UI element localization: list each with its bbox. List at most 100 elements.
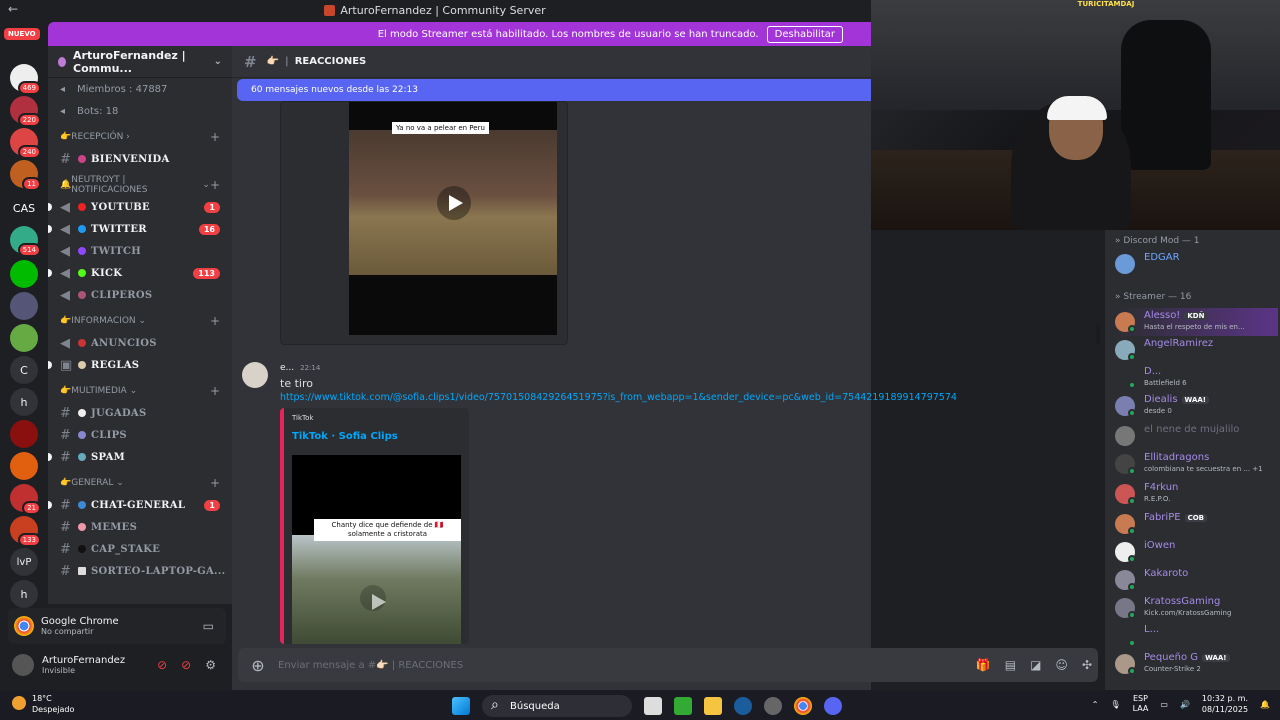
member-item[interactable]: el nene de mujalilo [1113, 422, 1278, 450]
discord-icon[interactable] [824, 697, 842, 715]
scrollbar[interactable] [1096, 324, 1100, 344]
embed-video[interactable]: Chanty dice que defiende de 🇵🇪 solamente… [292, 455, 461, 644]
server-icon[interactable]: 514 [10, 226, 41, 257]
embed-title[interactable]: TikTok · Sofia Clips [292, 431, 398, 442]
message-author[interactable]: e... [280, 363, 294, 373]
mute-mic-icon[interactable]: ⊘ [157, 658, 167, 672]
member-item[interactable]: Kakaroto [1113, 566, 1278, 594]
member-item[interactable]: Ellitadragons colombiana te secuestra en … [1113, 450, 1278, 478]
video-attachment[interactable]: Ya no va a pelear en Peru [280, 101, 568, 345]
file-explorer-icon[interactable] [704, 697, 722, 715]
add-channel-icon[interactable]: + [210, 178, 220, 192]
category-general[interactable]: 👉 GENERAL ⌄ + [48, 472, 232, 494]
member-item[interactable]: Alesso! KDÑ Hasta el respeto de mis en... [1113, 308, 1278, 336]
deafen-icon[interactable]: ⊘ [181, 658, 191, 672]
back-arrow-icon[interactable]: ← [8, 2, 18, 16]
channel-memes[interactable]: # MEMES [48, 516, 232, 538]
user-info[interactable]: ArturoFernandez Invisible [42, 655, 125, 675]
play-icon[interactable] [360, 585, 386, 611]
server-icon[interactable]: 21 [10, 484, 41, 515]
member-item[interactable]: KratossGaming Kick.com/KratossGaming [1113, 594, 1278, 622]
screen-share-icon[interactable]: ▭ [203, 619, 214, 633]
microphone-icon[interactable]: 🎙 [1110, 700, 1120, 709]
notification-bell-icon[interactable]: 🔔 [1260, 700, 1270, 709]
add-channel-icon[interactable]: + [210, 476, 220, 490]
emoji-icon[interactable]: ☺ [1055, 658, 1068, 672]
channel-cap-stake[interactable]: # CAP_STAKE [48, 538, 232, 560]
windows-start-icon[interactable] [452, 697, 470, 715]
member-item[interactable]: L... [1113, 622, 1278, 650]
category-notificaciones[interactable]: 🔔 NEUTROYT | NOTIFICACIONES ⌄ + [48, 174, 232, 196]
add-channel-icon[interactable]: + [210, 384, 220, 398]
kick-server-icon[interactable] [10, 260, 38, 288]
server-icon[interactable]: 240 [10, 128, 41, 159]
member-item[interactable]: Diealis WAA! desde 0 [1113, 392, 1278, 420]
composer-placeholder[interactable]: Enviar mensaje a #👉🏻 | REACCIONES [278, 660, 463, 671]
server-text-icon[interactable]: h [10, 388, 38, 416]
member-item[interactable]: AngelRamirez [1113, 336, 1278, 364]
channel-twitter[interactable]: ◀ TWITTER 16 [48, 218, 232, 240]
channel-reglas[interactable]: ▣ REGLAS [48, 354, 232, 376]
member-item[interactable]: Pequeño G WAA! Counter-Strike 2 [1113, 650, 1278, 678]
add-channel-icon[interactable]: + [210, 130, 220, 144]
message-link[interactable]: https://www.tiktok.com/@sofia.clips1/vid… [280, 392, 957, 403]
channel-anuncios[interactable]: ◀ ANUNCIOS [48, 332, 232, 354]
channel-jugadas[interactable]: # JUGADAS [48, 402, 232, 424]
server-icon[interactable]: 133 [10, 516, 41, 547]
play-icon[interactable] [437, 186, 471, 220]
disable-button[interactable]: Deshabilitar [766, 25, 843, 43]
member-item[interactable]: EDGAR [1113, 250, 1278, 278]
server-header[interactable]: ArturoFernandez | Commu... ⌄ [48, 46, 232, 78]
clock[interactable]: 10:32 p. m. 08/11/2025 [1202, 693, 1248, 715]
channel-spam[interactable]: # SPAM [48, 446, 232, 468]
avatar[interactable] [242, 362, 268, 388]
server-icon[interactable]: 469 [10, 64, 41, 95]
minecraft-icon[interactable] [674, 697, 692, 715]
task-view-icon[interactable] [644, 697, 662, 715]
chrome-icon[interactable] [794, 697, 812, 715]
channel-bienvenida[interactable]: # BIENVENIDA [48, 148, 232, 170]
member-item[interactable]: F4rkun R.E.P.O. [1113, 480, 1278, 508]
server-icon[interactable] [10, 292, 38, 320]
add-channel-icon[interactable]: + [210, 314, 220, 328]
weather-widget[interactable]: 18°C Despejado [12, 693, 74, 715]
server-text-icon[interactable]: CAS [10, 194, 38, 222]
server-text-icon[interactable]: lvP [10, 548, 38, 576]
member-item[interactable]: FabriPE COB [1113, 510, 1278, 538]
member-item[interactable]: D... Battlefield 6 [1113, 364, 1278, 392]
gear-icon[interactable]: ⚙ [205, 658, 216, 672]
channel-kick[interactable]: ◀ KICK 113 [48, 262, 232, 284]
language-indicator[interactable]: ESP LAA [1133, 694, 1149, 714]
channel-youtube[interactable]: ◀ YOUTUBE 1 [48, 196, 232, 218]
server-text-icon[interactable]: C [10, 356, 38, 384]
member-item[interactable]: iOwen [1113, 538, 1278, 566]
server-icon[interactable] [10, 452, 38, 480]
steam-icon[interactable] [734, 697, 752, 715]
server-text-icon[interactable]: h [10, 580, 38, 608]
volume-icon[interactable]: 🔊 [1180, 700, 1190, 709]
channel-twitch[interactable]: ◀ TWITCH [48, 240, 232, 262]
channel-cliperos[interactable]: ◀ CLIPEROS [48, 284, 232, 306]
server-icon[interactable]: 220 [10, 96, 41, 127]
category-multimedia[interactable]: 👉 MULTIMEDIA ⌄ + [48, 380, 232, 402]
gift-icon[interactable]: 🎁 [976, 658, 991, 672]
new-messages-bar[interactable]: 60 mensajes nuevos desde las 22:13 [237, 79, 871, 101]
server-icon[interactable]: 11 [10, 160, 41, 191]
message-composer[interactable]: ⊕ Enviar mensaje a #👉🏻 | REACCIONES 🎁 ▤ … [238, 648, 1098, 682]
tray-chevron-icon[interactable]: ⌃ [1092, 700, 1099, 709]
channel-clips[interactable]: # CLIPS [48, 424, 232, 446]
search-box[interactable]: Búsqueda [482, 695, 632, 717]
category-informacion[interactable]: 👉 INFORMACION ⌄ + [48, 310, 232, 332]
channel-sorteo[interactable]: # SORTEO-LAPTOP-GA... [48, 560, 232, 582]
avatar[interactable] [12, 654, 34, 676]
server-icon[interactable] [10, 324, 38, 352]
server-icon[interactable] [10, 420, 38, 448]
apps-icon[interactable]: ✣ [1082, 658, 1092, 672]
category-recepcion[interactable]: 👉 RECEPCIÓN › + [48, 126, 232, 148]
gif-icon[interactable]: ▤ [1005, 658, 1016, 672]
app-icon[interactable] [764, 697, 782, 715]
channel-chat-general[interactable]: # CHAT-GENERAL 1 [48, 494, 232, 516]
network-icon[interactable]: ▭ [1160, 700, 1168, 709]
sticker-icon[interactable]: ◪ [1030, 658, 1041, 672]
add-attachment-icon[interactable]: ⊕ [238, 656, 278, 675]
